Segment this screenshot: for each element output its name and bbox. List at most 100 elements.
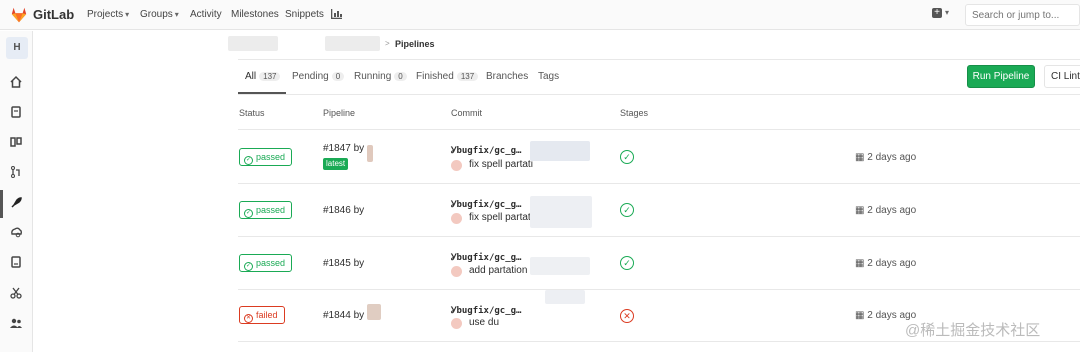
close-circle-icon: ✕ <box>244 314 253 323</box>
status-badge[interactable]: ✓ passed <box>239 254 293 272</box>
chart-icon[interactable] <box>331 9 342 19</box>
commit-sha-blurred <box>530 257 590 275</box>
breadcrumb-divider <box>238 59 1080 60</box>
brand-name[interactable]: GitLab <box>33 7 74 22</box>
finished-time: ▦ 2 days ago <box>855 258 916 269</box>
finished-time-label: 2 days ago <box>867 205 917 216</box>
gitlab-logo-icon[interactable] <box>10 6 28 24</box>
commit-sha-blurred <box>530 196 592 228</box>
tab-running-count: 0 <box>394 72 407 81</box>
top-navbar: GitLab Projects ▾ Groups ▾ Activity Milest… <box>0 0 1080 30</box>
finished-time: ▦ 2 days ago <box>855 205 916 216</box>
tab-finished-label: Finished <box>416 71 454 82</box>
chevron-right-icon: > <box>385 39 390 48</box>
stage-status-icon[interactable]: ✓ <box>620 150 634 164</box>
issues-icon[interactable] <box>9 105 23 119</box>
tab-running[interactable]: Running 0 <box>354 71 407 82</box>
commit-message-link[interactable]: add partation <box>469 265 527 276</box>
branch-name: bugfix/gc_g… <box>456 146 522 156</box>
branch-name: bugfix/gc_g… <box>456 200 522 210</box>
project-avatar[interactable]: H <box>6 37 28 59</box>
home-icon[interactable] <box>9 75 23 89</box>
finished-time: ▦ 2 days ago <box>855 152 916 163</box>
column-header-status: Status <box>239 108 265 118</box>
nav-snippets[interactable]: Snippets <box>285 9 324 20</box>
status-badge[interactable]: ✓ passed <box>239 148 293 166</box>
branch-name: bugfix/gc_g… <box>456 306 522 316</box>
tabs-divider <box>238 94 1080 95</box>
commit-author-avatar <box>451 160 462 171</box>
pipeline-id-link[interactable]: #1844 by <box>323 310 364 321</box>
branch-name: bugfix/gc_g… <box>456 253 522 263</box>
nav-activity[interactable]: Activity <box>190 9 222 20</box>
sidebar-active-indicator <box>0 190 3 218</box>
commit-sha-blurred <box>530 141 590 161</box>
breadcrumb-current[interactable]: Pipelines <box>395 39 435 49</box>
header-divider <box>238 129 1080 130</box>
pipeline-id-link[interactable]: #1847 by <box>323 143 364 154</box>
tab-pending[interactable]: Pending 0 <box>292 71 345 82</box>
search-input[interactable] <box>965 4 1080 26</box>
run-pipeline-button[interactable]: Run Pipeline <box>967 65 1035 88</box>
calendar-icon: ▦ <box>855 205 868 216</box>
row-divider <box>238 289 1080 290</box>
tab-running-label: Running <box>354 71 392 82</box>
tab-pending-count: 0 <box>331 72 345 81</box>
watermark-text: @稀土掘金技术社区 <box>905 322 1041 339</box>
pipeline-id-link[interactable]: #1846 by <box>323 205 364 216</box>
new-item-plus-icon[interactable]: + <box>932 8 942 18</box>
nav-milestones[interactable]: Milestones <box>231 9 279 20</box>
tab-finished-count: 137 <box>456 72 479 81</box>
branch-link[interactable]: Ỿbugfix/gc_g… <box>451 197 521 210</box>
commit-message-link[interactable]: fix spell partati <box>469 159 533 170</box>
wiki-icon[interactable] <box>9 255 23 269</box>
members-icon[interactable] <box>9 316 23 330</box>
stage-status-icon[interactable]: ✕ <box>620 309 634 323</box>
ci-lint-button[interactable]: CI Lint <box>1044 65 1080 88</box>
chevron-down-icon[interactable]: ▾ <box>945 8 949 17</box>
nav-projects[interactable]: Projects ▾ <box>87 9 129 20</box>
status-label: passed <box>256 258 286 268</box>
tab-finished[interactable]: Finished 137 <box>416 71 479 82</box>
row-divider <box>238 236 1080 237</box>
row-divider <box>238 341 1080 342</box>
column-header-commit: Commit <box>451 108 482 118</box>
check-circle-icon: ✓ <box>244 262 253 271</box>
column-header-pipeline: Pipeline <box>323 108 356 118</box>
operations-icon[interactable] <box>9 225 23 239</box>
stage-status-icon[interactable]: ✓ <box>620 203 634 217</box>
stage-status-icon[interactable]: ✓ <box>620 256 634 270</box>
check-circle-icon: ✓ <box>244 156 253 165</box>
snippets-icon[interactable] <box>9 286 23 300</box>
breadcrumb-group-blurred <box>228 36 278 51</box>
author-avatar-blurred <box>367 304 381 320</box>
check-circle-icon: ✓ <box>244 209 253 218</box>
nav-projects-label: Projects <box>87 9 124 20</box>
branch-link[interactable]: Ỿbugfix/gc_g… <box>451 303 521 316</box>
status-label: passed <box>256 205 286 215</box>
status-badge[interactable]: ✓ passed <box>239 201 293 219</box>
status-badge[interactable]: ✕ failed <box>239 306 285 324</box>
tab-pending-label: Pending <box>292 71 329 82</box>
commit-message-link[interactable]: use du <box>469 317 499 328</box>
column-header-stages: Stages <box>620 108 649 118</box>
chevron-down-icon: ▾ <box>174 10 179 19</box>
commit-message-link[interactable]: fix spell partati <box>469 212 533 223</box>
status-label: failed <box>256 310 278 320</box>
board-icon[interactable] <box>9 135 23 149</box>
tab-tags[interactable]: Tags <box>538 71 559 82</box>
branch-link[interactable]: Ỿbugfix/gc_g… <box>451 250 521 263</box>
tab-all[interactable]: All 137 <box>245 71 281 82</box>
pipeline-id-link[interactable]: #1845 by <box>323 258 364 269</box>
commit-author-avatar <box>451 318 462 329</box>
merge-request-icon[interactable] <box>9 165 23 179</box>
calendar-icon: ▦ <box>855 258 868 269</box>
rocket-icon[interactable] <box>9 196 23 210</box>
nav-groups[interactable]: Groups ▾ <box>140 9 179 20</box>
tab-all-label: All <box>245 71 257 82</box>
author-avatar-blurred <box>367 145 373 162</box>
branch-link[interactable]: Ỿbugfix/gc_g… <box>451 143 521 156</box>
breadcrumb-project-blurred <box>325 36 380 51</box>
tab-branches[interactable]: Branches <box>486 71 528 82</box>
tab-all-count: 137 <box>259 72 281 81</box>
